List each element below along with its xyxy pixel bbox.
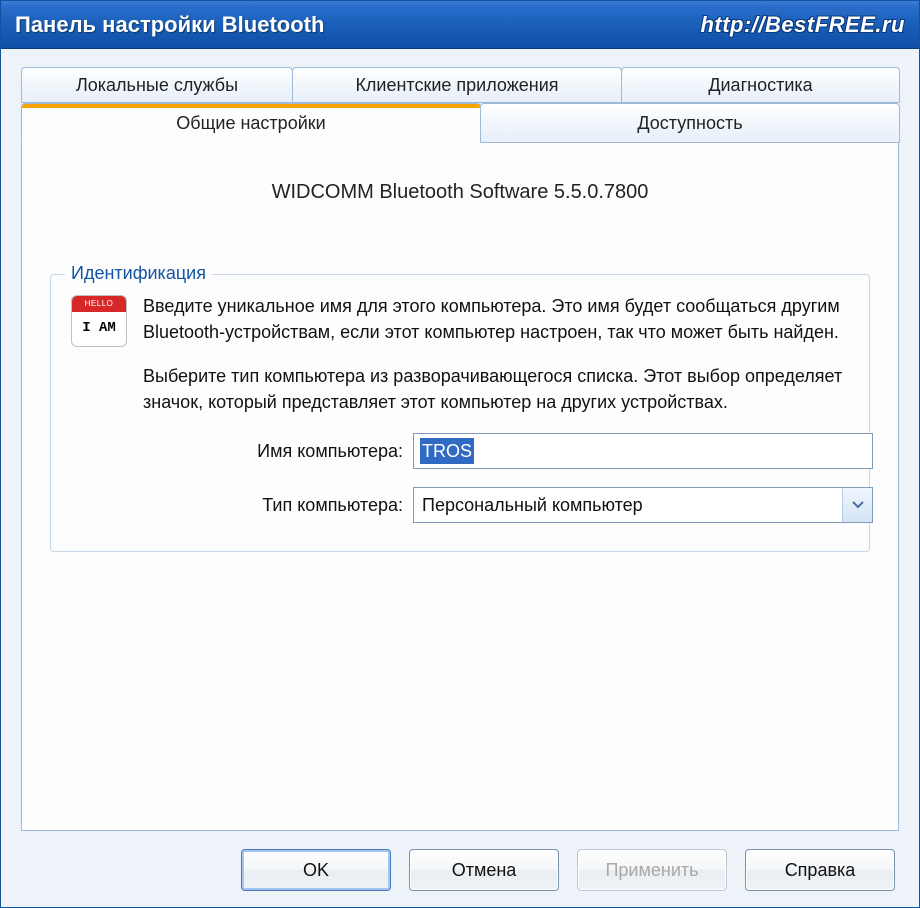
- computer-type-value: Персональный компьютер: [414, 488, 842, 522]
- computer-name-value: TROS: [420, 438, 474, 464]
- group-body: HELLO I AM Введите уникальное имя для эт…: [71, 293, 849, 523]
- tab-label: Диагностика: [708, 75, 812, 96]
- help-button[interactable]: Справка: [745, 849, 895, 891]
- cancel-button[interactable]: Отмена: [409, 849, 559, 891]
- tab-local-services[interactable]: Локальные службы: [21, 67, 293, 103]
- button-bar: OK Отмена Применить Справка: [21, 849, 899, 891]
- tab-panel-general: WIDCOMM Bluetooth Software 5.5.0.7800 Ид…: [21, 143, 899, 831]
- button-label: Отмена: [452, 860, 517, 881]
- group-text: Введите уникальное имя для этого компьют…: [143, 293, 873, 523]
- computer-type-label: Тип компьютера:: [143, 492, 413, 518]
- computer-type-combo[interactable]: Персональный компьютер: [413, 487, 873, 523]
- tab-strip: Локальные службы Клиентские приложения Д…: [21, 67, 899, 143]
- watermark-text: http://BestFREE.ru: [700, 12, 905, 38]
- tab-label: Доступность: [637, 113, 742, 134]
- chevron-down-icon: [852, 501, 864, 509]
- tab-row-2: Общие настройки Доступность: [21, 103, 899, 143]
- computer-type-row: Тип компьютера: Персональный компьютер: [143, 487, 873, 523]
- software-title: WIDCOMM Bluetooth Software 5.5.0.7800: [46, 181, 874, 204]
- computer-name-label: Имя компьютера:: [143, 438, 413, 464]
- active-tab-indicator: [22, 104, 480, 108]
- client-area: Локальные службы Клиентские приложения Д…: [1, 49, 919, 907]
- name-tag-iam: I AM: [72, 314, 126, 344]
- button-label: Справка: [785, 860, 856, 881]
- name-tag-icon: HELLO I AM: [71, 295, 127, 347]
- window-title: Панель настройки Bluetooth: [15, 12, 324, 38]
- button-label: OK: [303, 860, 329, 881]
- titlebar: Панель настройки Bluetooth http://BestFR…: [1, 1, 919, 49]
- tab-label: Клиентские приложения: [355, 75, 558, 96]
- tab-row-1: Локальные службы Клиентские приложения Д…: [21, 67, 899, 103]
- ok-button[interactable]: OK: [241, 849, 391, 891]
- button-label: Применить: [605, 860, 698, 881]
- settings-window: Панель настройки Bluetooth http://BestFR…: [0, 0, 920, 908]
- group-legend: Идентификация: [65, 263, 212, 284]
- tab-general-settings[interactable]: Общие настройки: [21, 103, 481, 143]
- tab-label: Локальные службы: [76, 75, 238, 96]
- tab-client-apps[interactable]: Клиентские приложения: [292, 67, 622, 103]
- description-paragraph-2: Выберите тип компьютера из разворачивающ…: [143, 363, 873, 415]
- computer-name-row: Имя компьютера: TROS: [143, 433, 873, 469]
- computer-name-field[interactable]: TROS: [413, 433, 873, 469]
- description-paragraph-1: Введите уникальное имя для этого компьют…: [143, 293, 873, 345]
- combo-dropdown-button[interactable]: [842, 488, 872, 522]
- identification-group: Идентификация HELLO I AM Введите уникаль…: [50, 274, 870, 552]
- name-tag-hello: HELLO: [72, 296, 126, 312]
- tab-availability[interactable]: Доступность: [480, 103, 900, 143]
- tab-label: Общие настройки: [176, 113, 325, 134]
- tab-diagnostics[interactable]: Диагностика: [621, 67, 900, 103]
- apply-button[interactable]: Применить: [577, 849, 727, 891]
